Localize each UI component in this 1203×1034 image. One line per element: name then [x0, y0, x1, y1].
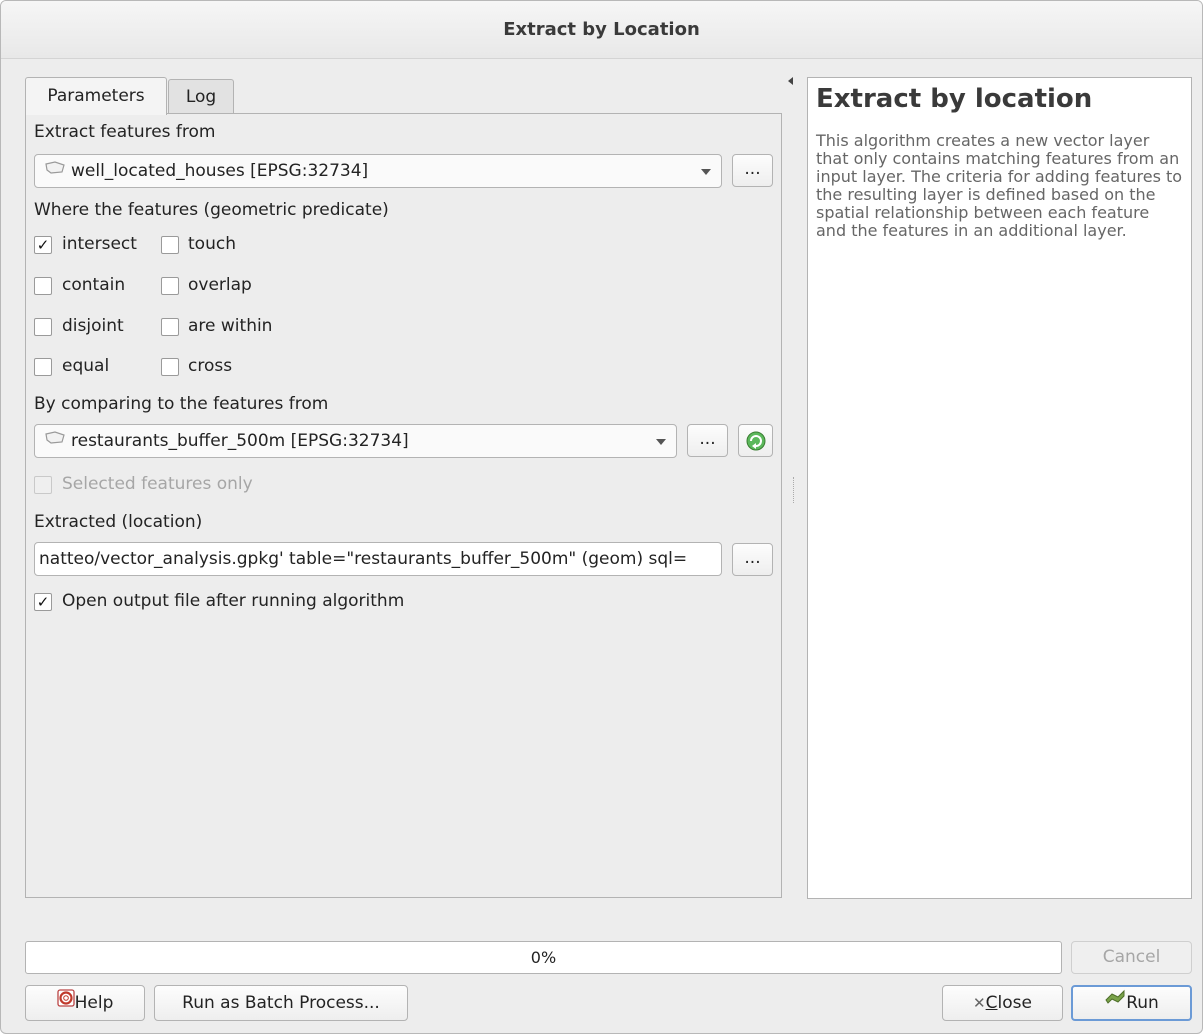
input-layer-browse-button[interactable]: ...: [732, 154, 773, 187]
output-label: Extracted (location): [34, 512, 203, 532]
predicate-cross-checkbox[interactable]: [161, 358, 179, 376]
dialog-window: Extract by Location Parameters Log Extra…: [0, 0, 1203, 1034]
input-layer-label: Extract features from: [34, 122, 216, 142]
output-path-value: natteo/vector_analysis.gpkg' table="rest…: [39, 549, 688, 569]
predicate-touch-checkbox[interactable]: [161, 236, 179, 254]
predicate-are-within-label: are within: [188, 316, 273, 336]
predicate-cross-label: cross: [188, 356, 233, 376]
predicate-intersect-label: intersect: [62, 234, 137, 254]
open-output-label: Open output file after running algorithm: [62, 591, 405, 611]
run-button-label: Run: [1126, 993, 1159, 1013]
progress-bar: 0%: [25, 941, 1062, 974]
selected-features-only-checkbox: [34, 476, 52, 494]
run-button[interactable]: Run: [1071, 985, 1192, 1021]
compare-layer-combo[interactable]: restaurants_buffer_500m [EPSG:32734]: [34, 424, 677, 458]
help-panel: Extract by location This algorithm creat…: [807, 77, 1192, 899]
compare-layer-browse-button[interactable]: ...: [687, 424, 728, 457]
chevron-down-icon: [701, 169, 711, 175]
help-title: Extract by location: [816, 84, 1093, 114]
iterate-button[interactable]: [738, 424, 773, 457]
polygon-layer-icon: [43, 155, 67, 187]
output-path-input[interactable]: natteo/vector_analysis.gpkg' table="rest…: [34, 542, 722, 576]
run-icon: [1104, 985, 1126, 1017]
predicate-disjoint-checkbox[interactable]: [34, 318, 52, 336]
tab-log[interactable]: Log: [168, 79, 234, 113]
predicate-intersect-checkbox[interactable]: ✓: [34, 236, 52, 254]
close-mnemonic: C: [985, 993, 998, 1013]
cancel-button: Cancel: [1071, 941, 1192, 974]
window-title: Extract by Location: [1, 1, 1202, 59]
compare-layer-label: By comparing to the features from: [34, 394, 329, 414]
selected-features-only-label: Selected features only: [62, 474, 253, 494]
predicate-touch-label: touch: [188, 234, 236, 254]
predicate-label: Where the features (geometric predicate): [34, 200, 389, 220]
input-layer-value: well_located_houses [EPSG:32734]: [71, 161, 369, 181]
predicate-overlap-checkbox[interactable]: [161, 277, 179, 295]
parameters-panel: [25, 113, 782, 898]
predicate-contain-label: contain: [62, 275, 126, 295]
collapse-arrow-icon[interactable]: [788, 77, 793, 85]
predicate-disjoint-label: disjoint: [62, 316, 124, 336]
progress-text: 0%: [530, 948, 557, 967]
iterate-icon: [746, 431, 765, 451]
predicate-equal-checkbox[interactable]: [34, 358, 52, 376]
help-icon: [56, 985, 75, 1019]
predicate-equal-label: equal: [62, 356, 110, 376]
help-button[interactable]: Help: [25, 985, 145, 1021]
tab-parameters[interactable]: Parameters: [25, 77, 167, 115]
predicate-overlap-label: overlap: [188, 275, 252, 295]
chevron-down-icon: [656, 439, 666, 445]
predicate-are-within-checkbox[interactable]: [161, 318, 179, 336]
close-button[interactable]: ✕Close: [942, 985, 1063, 1021]
help-button-label: Help: [74, 993, 114, 1013]
polygon-layer-icon: [43, 425, 67, 457]
close-icon: ✕: [973, 994, 986, 1012]
input-layer-combo[interactable]: well_located_houses [EPSG:32734]: [34, 154, 722, 188]
output-browse-button[interactable]: ...: [732, 543, 773, 576]
close-button-label: lose: [997, 993, 1032, 1013]
run-as-batch-button[interactable]: Run as Batch Process...: [154, 985, 408, 1021]
compare-layer-value: restaurants_buffer_500m [EPSG:32734]: [71, 431, 409, 451]
predicate-contain-checkbox[interactable]: [34, 277, 52, 295]
help-text: This algorithm creates a new vector laye…: [816, 131, 1183, 240]
splitter-handle[interactable]: [793, 477, 796, 503]
open-output-checkbox[interactable]: ✓: [34, 593, 52, 611]
